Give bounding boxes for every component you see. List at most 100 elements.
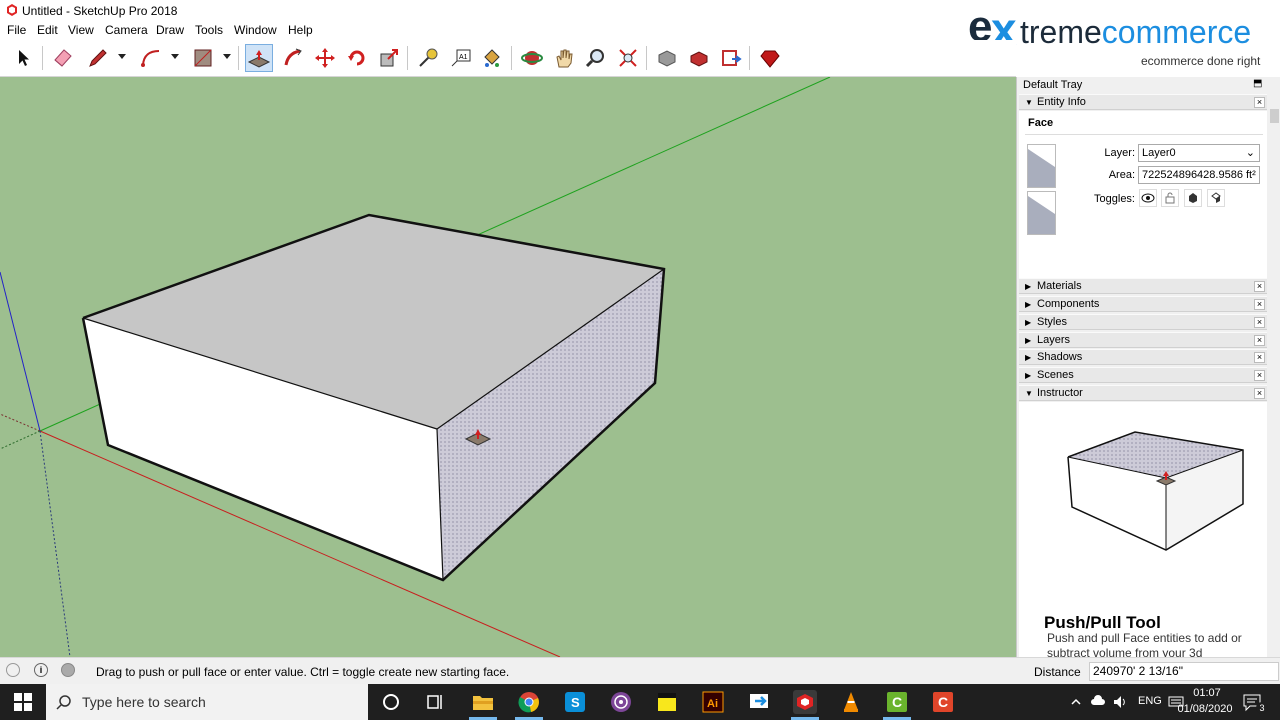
panel-header-layers[interactable]: ▶ Layers × — [1019, 332, 1267, 348]
receive-shadows-icon[interactable] — [1207, 189, 1225, 207]
panel-header-scenes[interactable]: ▶ Scenes × — [1019, 367, 1267, 383]
follow-me-icon[interactable] — [279, 44, 307, 72]
panel-header-components[interactable]: ▶ Components × — [1019, 296, 1267, 312]
panel-close-icon[interactable]: × — [1254, 335, 1265, 346]
panel-header-materials[interactable]: ▶ Materials × — [1019, 278, 1267, 294]
rectangle-icon[interactable] — [189, 44, 217, 72]
back-material-swatch[interactable] — [1027, 191, 1056, 235]
3d-warehouse-icon[interactable] — [653, 44, 681, 72]
eraser-icon[interactable] — [49, 44, 77, 72]
app-icon[interactable] — [747, 690, 771, 714]
pan-icon[interactable] — [550, 44, 578, 72]
panel-close-icon[interactable]: × — [1254, 388, 1265, 399]
svg-text:Ai: Ai — [707, 698, 718, 710]
toggles-label: Toggles: — [1094, 193, 1135, 205]
info-icon[interactable]: i — [34, 663, 48, 677]
tor-icon[interactable] — [609, 690, 633, 714]
expanded-triangle-icon: ▼ — [1025, 98, 1033, 107]
scale-icon[interactable] — [375, 44, 403, 72]
layer-value: Layer0 — [1142, 147, 1176, 159]
user-icon[interactable] — [61, 663, 75, 677]
visibility-eye-icon[interactable] — [1139, 189, 1157, 207]
menu-edit[interactable]: Edit — [37, 23, 58, 37]
sticky-notes-icon[interactable] — [655, 690, 679, 714]
pin-icon[interactable]: ⬒ — [1253, 78, 1262, 89]
vlc-icon[interactable] — [839, 690, 863, 714]
camtasia-recorder-icon[interactable]: C — [931, 690, 955, 714]
menu-tools[interactable]: Tools — [195, 23, 223, 37]
layout-icon[interactable] — [717, 44, 745, 72]
volume-icon[interactable] — [1112, 694, 1128, 710]
pencil-dropdown-icon[interactable] — [118, 54, 126, 59]
cortana-icon[interactable] — [379, 690, 403, 714]
collapsed-triangle-icon: ▶ — [1025, 353, 1032, 362]
select-icon[interactable] — [10, 44, 38, 72]
model-canvas[interactable] — [0, 77, 1016, 657]
panel-close-icon[interactable]: × — [1254, 281, 1265, 292]
svg-text:A1: A1 — [459, 54, 468, 61]
cast-shadows-icon[interactable] — [1184, 189, 1202, 207]
tape-measure-icon[interactable] — [414, 44, 442, 72]
chevron-up-icon[interactable] — [1070, 696, 1082, 708]
layer-select[interactable]: Layer0 ⌄ — [1138, 144, 1260, 162]
panel-header-styles[interactable]: ▶ Styles × — [1019, 314, 1267, 330]
skype-icon[interactable]: S — [563, 690, 587, 714]
ruby-icon[interactable] — [756, 44, 784, 72]
text-icon[interactable]: A1 — [447, 44, 475, 72]
menu-file[interactable]: File — [7, 23, 26, 37]
tray-scroll-thumb[interactable] — [1270, 109, 1279, 123]
menu-view[interactable]: View — [68, 23, 94, 37]
cloud-icon[interactable] — [1090, 695, 1106, 707]
modeling-viewport[interactable] — [0, 77, 1016, 657]
menu-window[interactable]: Window — [234, 23, 277, 37]
panel-header-instructor[interactable]: ▼ Instructor × — [1019, 385, 1267, 401]
logo-wordmark-b: commerce — [1101, 14, 1252, 50]
front-material-swatch[interactable] — [1027, 144, 1056, 188]
logo-wordmark: tremecommerce — [1020, 14, 1251, 51]
pencil-icon[interactable] — [84, 44, 112, 72]
panel-close-icon[interactable]: × — [1254, 317, 1265, 328]
menu-draw[interactable]: Draw — [156, 23, 184, 37]
distance-measurement-box[interactable]: 240970' 2 13/16" — [1089, 662, 1279, 681]
panel-close-icon[interactable]: × — [1254, 370, 1265, 381]
panel-header-shadows[interactable]: ▶ Shadows × — [1019, 349, 1267, 365]
rotate-icon[interactable] — [343, 44, 371, 72]
sketchup-app-icon — [7, 4, 17, 16]
task-view-icon[interactable] — [423, 690, 447, 714]
push-pull-icon[interactable] — [245, 44, 273, 72]
red-axis-dotted — [0, 413, 41, 432]
file-explorer-icon[interactable] — [471, 690, 495, 714]
menu-camera[interactable]: Camera — [105, 23, 148, 37]
zoom-extents-icon[interactable] — [614, 44, 642, 72]
illustrator-icon[interactable]: Ai — [701, 690, 725, 714]
rectangle-dropdown-icon[interactable] — [223, 54, 231, 59]
arc-icon[interactable] — [137, 44, 165, 72]
panel-header-entity-info[interactable]: ▼ Entity Info × — [1019, 94, 1267, 110]
zoom-icon[interactable] — [582, 44, 610, 72]
panel-close-icon[interactable]: × — [1254, 299, 1265, 310]
paint-bucket-icon[interactable] — [478, 44, 506, 72]
move-icon[interactable] — [311, 44, 339, 72]
windows-start-button[interactable] — [0, 684, 46, 720]
tray-scrollbar[interactable] — [1269, 93, 1280, 641]
collapsed-triangle-icon: ▶ — [1025, 318, 1032, 327]
clock-date[interactable]: 01/08/2020 — [1174, 703, 1236, 715]
taskbar-search-box[interactable]: Type here to search — [46, 684, 368, 720]
language-indicator[interactable]: ENG — [1138, 695, 1162, 707]
lock-icon[interactable] — [1161, 189, 1179, 207]
camtasia-icon[interactable]: C — [885, 690, 909, 714]
menu-bar: File Edit View Camera Draw Tools Window … — [0, 21, 960, 40]
orbit-icon[interactable] — [518, 44, 546, 72]
extension-warehouse-icon[interactable] — [685, 44, 713, 72]
panel-close-icon[interactable]: × — [1254, 352, 1265, 363]
sketchup-icon[interactable] — [793, 690, 817, 714]
arc-dropdown-icon[interactable] — [171, 54, 179, 59]
svg-text:C: C — [892, 694, 902, 710]
panel-close-icon[interactable]: × — [1254, 97, 1265, 108]
chrome-icon[interactable] — [517, 690, 541, 714]
logo-tagline: ecommerce done right — [1141, 54, 1261, 68]
clock-time[interactable]: 01:07 — [1186, 687, 1228, 699]
area-label: Area: — [1108, 169, 1135, 181]
geo-location-icon[interactable] — [6, 663, 20, 677]
menu-help[interactable]: Help — [288, 23, 313, 37]
